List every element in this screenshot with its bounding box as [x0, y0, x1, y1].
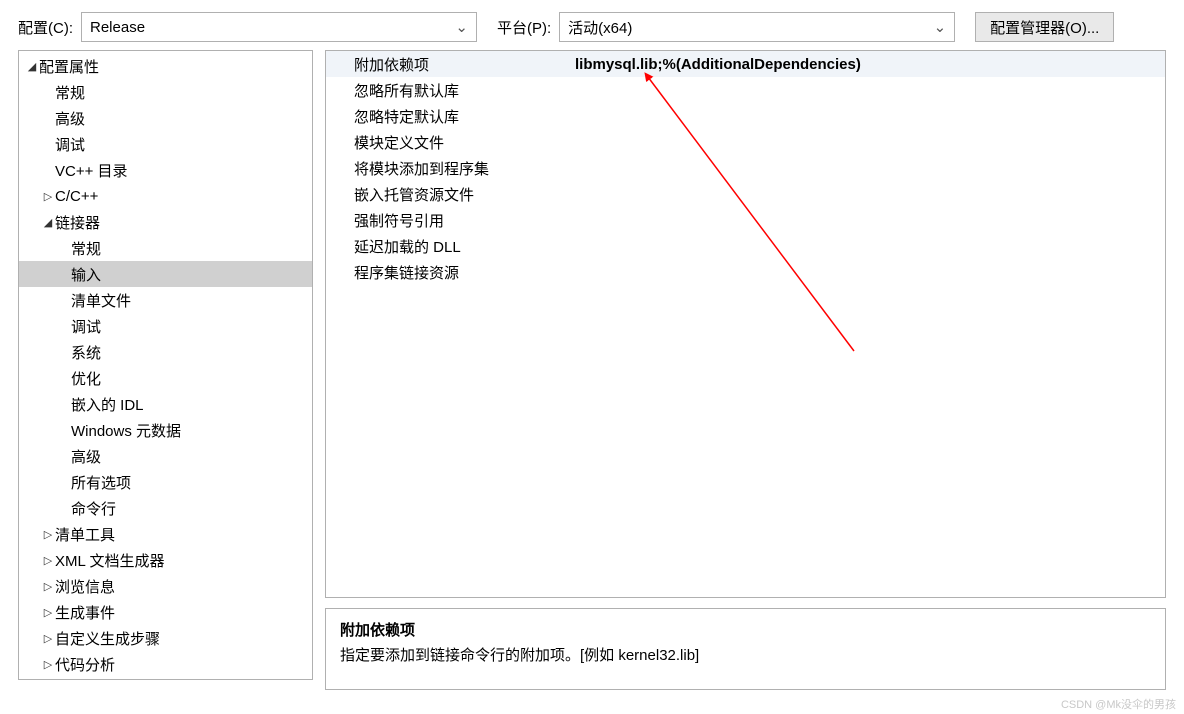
property-row[interactable]: 强制符号引用 — [326, 207, 1165, 233]
triangle-right-icon: ▷ — [41, 580, 55, 593]
property-row[interactable]: 模块定义文件 — [326, 129, 1165, 155]
platform-combo[interactable]: 活动(x64) ⌄ — [559, 12, 955, 42]
triangle-right-icon: ▷ — [41, 528, 55, 541]
property-value: libmysql.lib;%(AdditionalDependencies) — [571, 56, 1165, 73]
tree-item[interactable]: Windows 元数据 — [19, 417, 312, 443]
chevron-down-icon: ⌄ — [455, 18, 468, 36]
properties-panel: 附加依赖项libmysql.lib;%(AdditionalDependenci… — [325, 50, 1166, 598]
triangle-right-icon: ▷ — [41, 606, 55, 619]
tree-item-label: 调试 — [55, 134, 85, 155]
tree-item[interactable]: 所有选项 — [19, 469, 312, 495]
tree-item-label: 自定义生成步骤 — [55, 628, 160, 649]
top-bar: 配置(C): Release ⌄ 平台(P): 活动(x64) ⌄ 配置管理器(… — [0, 0, 1184, 50]
triangle-right-icon: ▷ — [41, 190, 55, 203]
property-label: 忽略所有默认库 — [326, 80, 571, 101]
tree-item-label: 优化 — [71, 368, 101, 389]
tree-item-label: 嵌入的 IDL — [71, 394, 144, 415]
property-row[interactable]: 程序集链接资源 — [326, 259, 1165, 285]
tree-item-label: VC++ 目录 — [55, 160, 128, 181]
tree-item[interactable]: 清单文件 — [19, 287, 312, 313]
config-combo-value: Release — [90, 19, 145, 36]
config-label: 配置(C): — [18, 17, 73, 38]
tree-item-label: 链接器 — [55, 212, 100, 233]
tree-item-label: 生成事件 — [55, 602, 115, 623]
property-row[interactable]: 忽略所有默认库 — [326, 77, 1165, 103]
tree-root[interactable]: ◢ 配置属性 — [19, 53, 312, 79]
property-row[interactable]: 嵌入托管资源文件 — [326, 181, 1165, 207]
property-row[interactable]: 将模块添加到程序集 — [326, 155, 1165, 181]
property-row[interactable]: 忽略特定默认库 — [326, 103, 1165, 129]
tree-item-label: 清单文件 — [71, 290, 131, 311]
tree-item[interactable]: ▷浏览信息 — [19, 573, 312, 599]
tree-item-label: 系统 — [71, 342, 101, 363]
property-row[interactable]: 附加依赖项libmysql.lib;%(AdditionalDependenci… — [326, 51, 1165, 77]
chevron-down-icon: ⌄ — [934, 18, 947, 36]
tree-item[interactable]: 命令行 — [19, 495, 312, 521]
property-label: 附加依赖项 — [326, 54, 571, 75]
tree-item-label: 高级 — [71, 446, 101, 467]
property-label: 强制符号引用 — [326, 210, 571, 231]
tree-item-label: 所有选项 — [71, 472, 131, 493]
description-text: 指定要添加到链接命令行的附加项。[例如 kernel32.lib] — [340, 644, 1151, 665]
tree-item[interactable]: VC++ 目录 — [19, 157, 312, 183]
config-manager-button[interactable]: 配置管理器(O)... — [975, 12, 1114, 42]
triangle-right-icon: ▷ — [41, 658, 55, 671]
tree-item[interactable]: 高级 — [19, 443, 312, 469]
tree-item[interactable]: 高级 — [19, 105, 312, 131]
tree-panel: ◢ 配置属性 常规高级调试VC++ 目录▷C/C++◢链接器常规输入清单文件调试… — [18, 50, 313, 680]
tree-item-label: 清单工具 — [55, 524, 115, 545]
tree-item[interactable]: 调试 — [19, 131, 312, 157]
config-combo[interactable]: Release ⌄ — [81, 12, 477, 42]
platform-label: 平台(P): — [497, 17, 551, 38]
property-label: 程序集链接资源 — [326, 262, 571, 283]
tree-item-label: 代码分析 — [55, 654, 115, 675]
tree-item[interactable]: 常规 — [19, 79, 312, 105]
triangle-right-icon: ▷ — [41, 632, 55, 645]
property-label: 嵌入托管资源文件 — [326, 184, 571, 205]
tree-item[interactable]: 输入 — [19, 261, 312, 287]
tree-item-label: Windows 元数据 — [71, 420, 181, 441]
tree-item-label: 输入 — [71, 264, 101, 285]
tree-item-label: 浏览信息 — [55, 576, 115, 597]
tree-item[interactable]: ▷生成事件 — [19, 599, 312, 625]
tree-item[interactable]: 常规 — [19, 235, 312, 261]
watermark: CSDN @Mk没伞的男孩 — [1061, 696, 1176, 712]
triangle-right-icon: ▷ — [41, 554, 55, 567]
description-title: 附加依赖项 — [340, 619, 1151, 640]
property-label: 延迟加载的 DLL — [326, 236, 571, 257]
tree-item[interactable]: ◢链接器 — [19, 209, 312, 235]
triangle-down-icon: ◢ — [25, 60, 39, 73]
property-label: 将模块添加到程序集 — [326, 158, 571, 179]
tree-item[interactable]: ▷自定义生成步骤 — [19, 625, 312, 651]
tree-item[interactable]: 调试 — [19, 313, 312, 339]
tree-item[interactable]: ▷代码分析 — [19, 651, 312, 677]
tree-item-label: 常规 — [55, 82, 85, 103]
platform-combo-value: 活动(x64) — [568, 17, 632, 38]
tree-item[interactable]: 系统 — [19, 339, 312, 365]
tree-item-label: C/C++ — [55, 188, 98, 205]
tree-item[interactable]: ▷清单工具 — [19, 521, 312, 547]
tree-item[interactable]: 优化 — [19, 365, 312, 391]
tree-item[interactable]: ▷XML 文档生成器 — [19, 547, 312, 573]
tree-item-label: 调试 — [71, 316, 101, 337]
description-panel: 附加依赖项 指定要添加到链接命令行的附加项。[例如 kernel32.lib] — [325, 608, 1166, 690]
triangle-down-icon: ◢ — [41, 216, 55, 229]
property-row[interactable]: 延迟加载的 DLL — [326, 233, 1165, 259]
tree-item-label: 命令行 — [71, 498, 116, 519]
property-label: 模块定义文件 — [326, 132, 571, 153]
tree-item-label: XML 文档生成器 — [55, 550, 164, 571]
tree-item-label: 高级 — [55, 108, 85, 129]
tree-item-label: 常规 — [71, 238, 101, 259]
tree-item[interactable]: 嵌入的 IDL — [19, 391, 312, 417]
tree-item[interactable]: ▷C/C++ — [19, 183, 312, 209]
property-label: 忽略特定默认库 — [326, 106, 571, 127]
